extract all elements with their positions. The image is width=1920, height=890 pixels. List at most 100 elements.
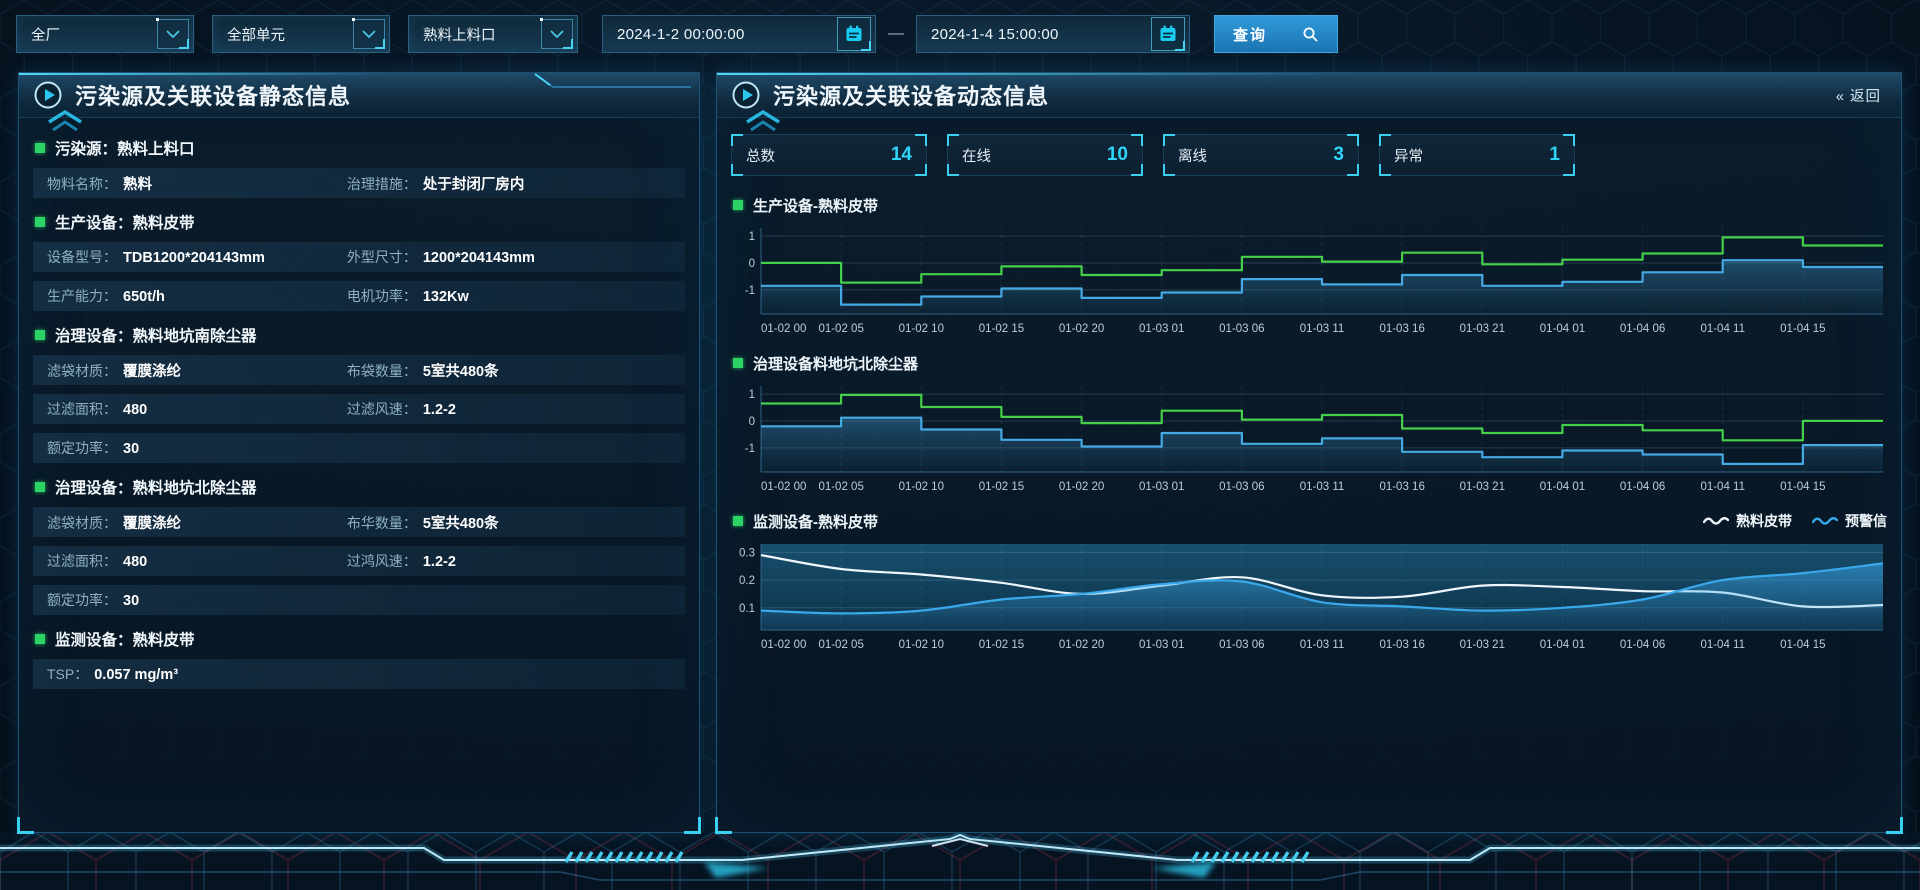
dynamic-panel-body: 总数14在线10离线3异常1 生产设备-熟料皮带10-101-02 0001-0…: [717, 118, 1901, 680]
svg-text:01-04 01: 01-04 01: [1540, 323, 1585, 335]
calendar-icon[interactable]: [837, 17, 871, 51]
svg-text:01-04 11: 01-04 11: [1700, 323, 1745, 335]
field-label: 额定功率：: [47, 438, 117, 458]
svg-text:01-04 15: 01-04 15: [1780, 323, 1825, 335]
green-square-icon: [35, 143, 45, 153]
svg-text:0.1: 0.1: [739, 603, 755, 615]
legend-label: 预警信: [1845, 511, 1887, 531]
section-header: 治理设备：熟料地坑北除尘器: [33, 472, 685, 502]
svg-text:01-04 01: 01-04 01: [1540, 481, 1585, 493]
date-end-input[interactable]: 2024-1-4 15:00:00: [916, 15, 1190, 53]
corner-bracket: [1131, 164, 1143, 176]
svg-text:01-03 01: 01-03 01: [1139, 323, 1184, 335]
info-row: 物料名称：熟料治理措施：处于封闭厂房内: [33, 168, 685, 198]
info-cell: 治理措施：处于封闭厂房内: [347, 173, 685, 194]
field-label: 过鸿风速：: [347, 551, 417, 571]
svg-text:01-02 15: 01-02 15: [979, 639, 1024, 651]
static-panel-title: 污染源及关联设备静态信息: [75, 79, 351, 111]
info-cell: 过滤面积：480: [47, 551, 347, 571]
field-label: 过滤面积：: [47, 551, 117, 571]
svg-text:01-03 01: 01-03 01: [1139, 639, 1184, 651]
info-cell: 滤袋材质：覆膜涤纶: [47, 512, 347, 533]
section-title: 治理设备：熟料地坑南除尘器: [55, 324, 257, 346]
svg-text:01-03 21: 01-03 21: [1460, 481, 1505, 493]
svg-text:01-02 20: 01-02 20: [1059, 481, 1104, 493]
select-unit[interactable]: 全部单元: [212, 15, 390, 53]
chevron-down-icon[interactable]: [157, 19, 189, 49]
stat-total: 总数14: [731, 134, 927, 176]
svg-text:01-04 06: 01-04 06: [1620, 639, 1665, 651]
svg-text:01-04 11: 01-04 11: [1700, 639, 1745, 651]
info-row: 额定功率：30: [33, 585, 685, 615]
section-title: 生产设备：熟料皮带: [55, 211, 195, 233]
select-unit-value: 全部单元: [227, 24, 285, 45]
panel-corner-bracket: [684, 817, 701, 834]
legend-item[interactable]: 预警信: [1812, 511, 1887, 531]
field-label: 过滤面积：: [47, 399, 117, 419]
calendar-icon[interactable]: [1151, 17, 1185, 51]
chart-block-production: 生产设备-熟料皮带10-101-02 0001-02 0501-02 1001-…: [731, 192, 1887, 340]
corner-bracket: [731, 134, 743, 146]
chart-block-monitor: 监测设备-熟料皮带熟料皮带预警信0.30.20.101-02 0001-02 0…: [731, 508, 1887, 656]
dynamic-panel-title: 污染源及关联设备动态信息: [773, 79, 1049, 111]
select-source-value: 熟料上料口: [423, 24, 496, 45]
field-value: 1.2-2: [423, 402, 456, 418]
chevron-down-icon[interactable]: [353, 19, 385, 49]
chevron-down-icon[interactable]: [541, 19, 573, 49]
select-plant[interactable]: 全厂: [16, 15, 194, 53]
info-cell: 物料名称：熟料: [47, 173, 347, 194]
green-square-icon: [35, 217, 45, 227]
info-row: 设备型号：TDB1200*204143mm外型尺寸：1200*204143mm: [33, 242, 685, 272]
svg-text:01-04 11: 01-04 11: [1700, 481, 1745, 493]
field-value: 480: [123, 402, 147, 418]
treatment-chart: 10-101-02 0001-02 0501-02 1001-02 1501-0…: [731, 378, 1885, 498]
field-label: 滤袋材质：: [47, 513, 117, 533]
svg-text:01-04 15: 01-04 15: [1780, 639, 1825, 651]
date-range-separator: —: [888, 25, 904, 43]
stat-value: 3: [1333, 144, 1344, 166]
stat-value: 1: [1549, 144, 1560, 166]
svg-text:01-03 16: 01-03 16: [1379, 639, 1424, 651]
date-start-input[interactable]: 2024-1-2 00:00:00: [602, 15, 876, 53]
section-title: 监测设备：熟料皮带: [55, 628, 195, 650]
info-cell: 电机功率：132Kw: [347, 286, 685, 306]
field-label: 治理措施：: [347, 174, 417, 194]
svg-text:01-03 11: 01-03 11: [1300, 481, 1345, 493]
select-source[interactable]: 熟料上料口: [408, 15, 578, 53]
production-chart: 10-101-02 0001-02 0501-02 1001-02 1501-0…: [731, 220, 1885, 340]
svg-text:01-02 05: 01-02 05: [818, 639, 863, 651]
corner-bracket: [947, 164, 959, 176]
corner-bracket: [1163, 164, 1175, 176]
info-cell: 额定功率：30: [47, 438, 347, 458]
back-button[interactable]: « 返回: [1830, 84, 1887, 107]
info-row: 滤袋材质：覆膜涤纶布华数量：5室共480条: [33, 507, 685, 537]
chart-title-row: 监测设备-熟料皮带 熟料皮带 预警信: [731, 508, 1887, 534]
svg-text:01-02 00: 01-02 00: [761, 323, 806, 335]
svg-text:0.3: 0.3: [739, 547, 755, 559]
field-value: 0.057 mg/m³: [94, 667, 178, 683]
svg-text:0.2: 0.2: [739, 575, 755, 587]
legend-item[interactable]: 熟料皮带: [1703, 511, 1792, 531]
chart-legend: 熟料皮带 预警信: [1703, 511, 1887, 531]
info-cell: 过滤风速：1.2-2: [347, 399, 685, 419]
svg-text:01-03 21: 01-03 21: [1460, 323, 1505, 335]
query-button[interactable]: 查询: [1214, 15, 1338, 53]
field-label: 物料名称：: [47, 174, 117, 194]
field-label: 布袋数量：: [347, 361, 417, 381]
info-cell: 设备型号：TDB1200*204143mm: [47, 247, 347, 267]
field-label: 布华数量：: [347, 513, 417, 533]
main-content: 污染源及关联设备静态信息 污染源：熟料上料口物料名称：熟料治理措施：处于封闭厂房…: [18, 72, 1902, 833]
search-icon: [1302, 26, 1319, 43]
green-square-icon: [35, 330, 45, 340]
corner-bracket: [915, 134, 927, 146]
chart-title: 治理设备料地坑北除尘器: [753, 353, 918, 374]
svg-text:01-03 21: 01-03 21: [1460, 639, 1505, 651]
info-row: TSP：0.057 mg/m³: [33, 659, 685, 689]
stats-row: 总数14在线10离线3异常1: [731, 134, 1887, 176]
info-cell: 外型尺寸：1200*204143mm: [347, 247, 685, 267]
chart-title: 监测设备-熟料皮带: [753, 511, 878, 532]
svg-text:1: 1: [749, 389, 755, 401]
field-label: 电机功率：: [347, 286, 417, 306]
corner-bracket: [1131, 134, 1143, 146]
chart-title-row: 生产设备-熟料皮带: [731, 192, 1887, 218]
